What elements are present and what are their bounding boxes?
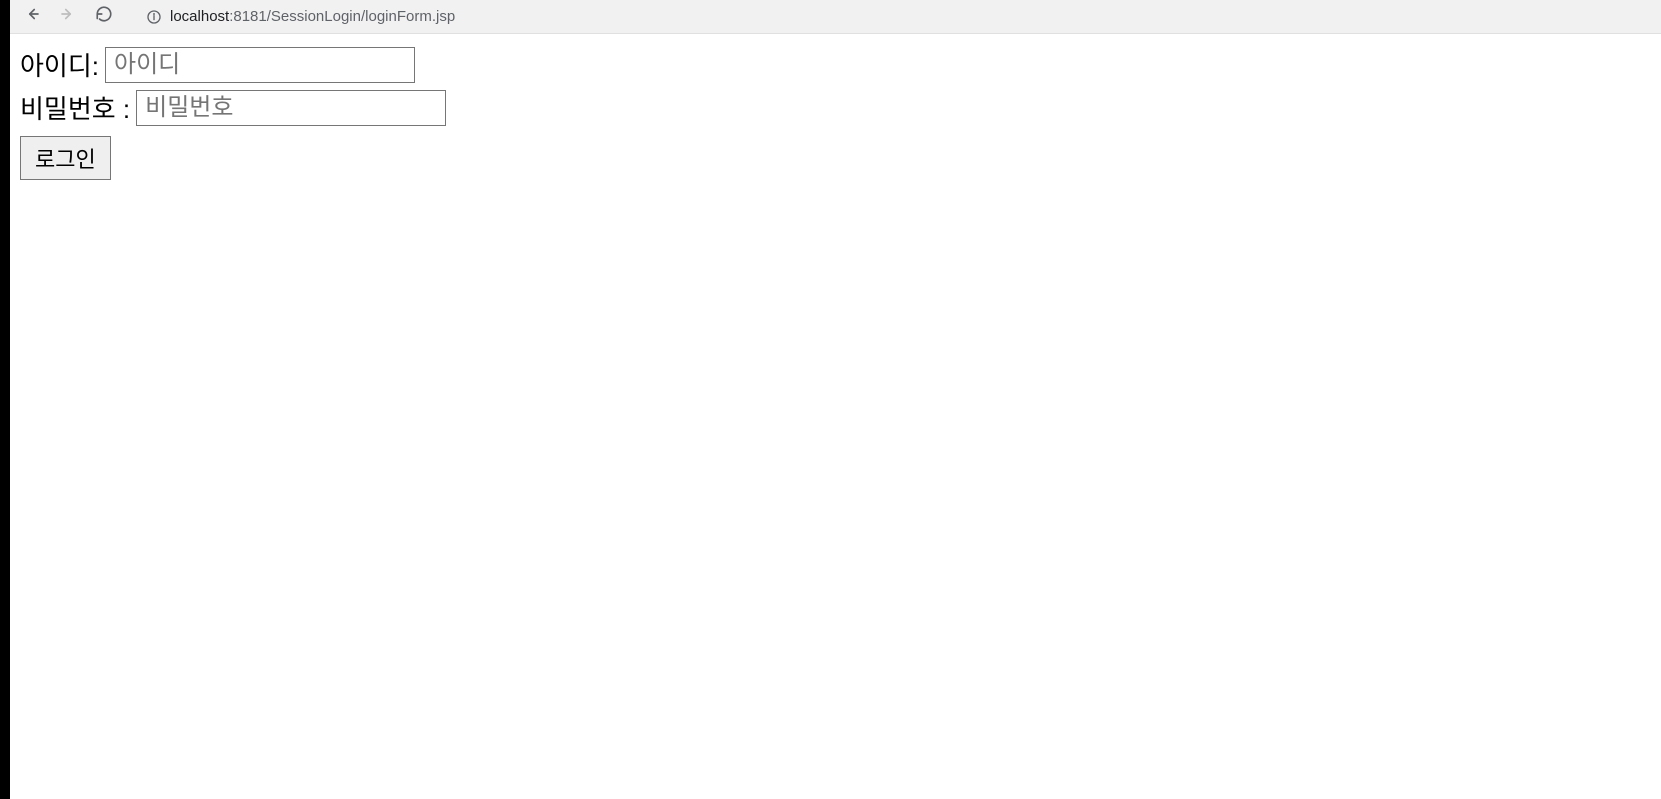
login-button[interactable]: 로그인 xyxy=(20,136,111,180)
browser-toolbar: localhost:8181/SessionLogin/loginForm.js… xyxy=(10,0,1661,34)
id-label: 아이디: xyxy=(20,46,99,83)
id-input[interactable] xyxy=(105,47,415,83)
password-row: 비밀번호 : xyxy=(20,89,1661,126)
forward-button[interactable] xyxy=(54,3,82,31)
page-content: 아이디: 비밀번호 : 로그인 xyxy=(10,34,1661,192)
info-icon xyxy=(146,9,162,25)
id-row: 아이디: xyxy=(20,46,1661,83)
address-bar[interactable]: localhost:8181/SessionLogin/loginForm.js… xyxy=(136,3,1661,31)
url-host: localhost xyxy=(170,8,229,25)
password-label: 비밀번호 : xyxy=(20,89,130,126)
arrow-left-icon xyxy=(23,5,41,28)
arrow-right-icon xyxy=(59,5,77,28)
url-path: :8181/SessionLogin/loginForm.jsp xyxy=(229,8,455,25)
password-input[interactable] xyxy=(136,90,446,126)
url-text: localhost:8181/SessionLogin/loginForm.js… xyxy=(170,8,455,25)
back-button[interactable] xyxy=(18,3,46,31)
reload-icon xyxy=(95,5,113,28)
reload-button[interactable] xyxy=(90,3,118,31)
